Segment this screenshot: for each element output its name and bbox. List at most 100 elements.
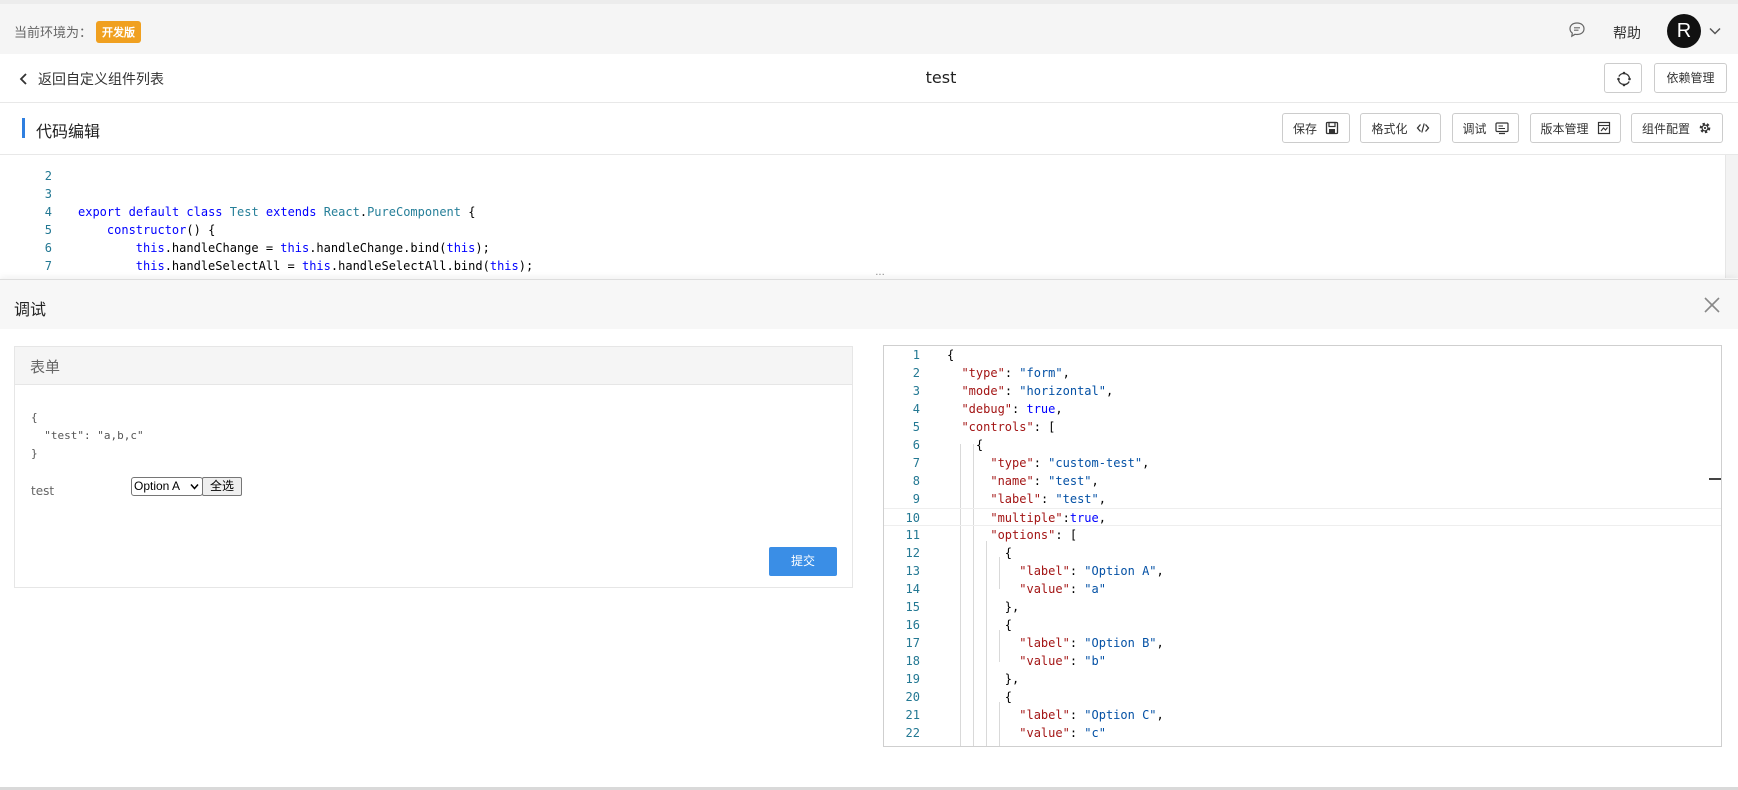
- form-preview-card: 表单 { "test": "a,b,c" } test Option A 全选 …: [14, 346, 853, 588]
- line-number: 7: [912, 456, 920, 470]
- schema-line: 12 {: [884, 544, 1721, 562]
- code-text: "name": "test",: [990, 474, 1099, 488]
- schema-line: 3 "mode": "horizontal",: [884, 382, 1721, 400]
- line-number: 1: [912, 348, 920, 362]
- line-number: 6: [912, 438, 920, 452]
- code-text: "multiple":true,: [990, 511, 1106, 525]
- line-number: 11: [905, 528, 920, 542]
- schema-line: 22 "value": "c": [884, 724, 1721, 742]
- code-line: 8: [0, 257, 1725, 278]
- code-text: "label": "test",: [990, 492, 1106, 506]
- schema-line: 9 "label": "test",: [884, 490, 1721, 508]
- debug-button[interactable]: 调试: [1452, 113, 1519, 143]
- schema-line: 4 "debug": true,: [884, 400, 1721, 418]
- line-number: 17: [905, 636, 920, 650]
- schema-line: 11 "options": [: [884, 526, 1721, 544]
- code-text: "value": "a": [1019, 582, 1106, 596]
- schema-line-current: 10 "multiple":true,: [884, 508, 1721, 526]
- code-text: {: [947, 348, 955, 362]
- line-number: 21: [905, 708, 920, 722]
- code-text: "label": "Option C",: [1019, 708, 1164, 722]
- code-icon: [1416, 123, 1429, 133]
- schema-line: 5 "controls": [: [884, 418, 1721, 436]
- code-text: },: [947, 600, 1020, 614]
- format-button[interactable]: 格式化: [1360, 113, 1441, 143]
- component-config-label: 组件配置: [1641, 121, 1690, 136]
- code-edit-toolbar: 代码编辑 保存 格式化 调试 版本管理 组件配置: [0, 103, 1738, 155]
- form-card-header: 表单: [15, 347, 852, 385]
- code-text: "debug": true,: [961, 402, 1063, 416]
- line-number: 8: [912, 474, 920, 488]
- debug-header: 调试: [0, 280, 1738, 329]
- code-scrollbar[interactable]: [1725, 155, 1738, 278]
- line-number: 14: [905, 582, 920, 596]
- code-text: "type": "form",: [961, 366, 1070, 380]
- select-all-button[interactable]: 全选: [202, 477, 242, 496]
- monitor-icon: [1494, 122, 1509, 135]
- code-text: "label": "Option A",: [1019, 564, 1164, 578]
- schema-line: 21 "label": "Option C",: [884, 706, 1721, 724]
- version-icon: [1597, 121, 1610, 135]
- line-number: 3: [912, 384, 920, 398]
- save-icon: [1325, 121, 1339, 135]
- schema-line: 18 "value": "b": [884, 652, 1721, 670]
- version-management-button[interactable]: 版本管理: [1530, 113, 1621, 143]
- chevron-left-icon[interactable]: [18, 72, 30, 86]
- code-line: 2: [0, 155, 1725, 183]
- top-bar: 当前环境为： 开发版 帮助 R: [0, 0, 1738, 54]
- code-line: 5 this.handleChange = this.handleChange.…: [0, 203, 1725, 255]
- component-config-button[interactable]: 组件配置: [1631, 113, 1723, 143]
- code-line: 7 }: [0, 239, 1725, 278]
- avatar[interactable]: R: [1667, 14, 1701, 48]
- schema-line: 8 "name": "test",: [884, 472, 1721, 490]
- section-title: 代码编辑: [36, 122, 101, 141]
- code-text: {: [947, 438, 984, 452]
- refresh-icon: [1617, 71, 1631, 87]
- code-text: {: [947, 618, 1013, 632]
- code-text: "type": "custom-test",: [990, 456, 1150, 470]
- line-number: 10: [905, 511, 920, 525]
- scroll-marker: [1709, 478, 1721, 480]
- version-management-label: 版本管理: [1540, 121, 1589, 136]
- dependency-management-button[interactable]: 依赖管理: [1654, 63, 1727, 93]
- gear-icon: [1699, 122, 1711, 134]
- help-link[interactable]: 帮助: [1613, 23, 1641, 43]
- option-select[interactable]: Option A: [131, 477, 203, 496]
- line-number: 2: [912, 366, 920, 380]
- debug-panel: 调试 表单 { "test": "a,b,c" } test Option A …: [0, 279, 1738, 790]
- line-number: 4: [912, 402, 920, 416]
- line-number: 13: [905, 564, 920, 578]
- page-title: test: [925, 68, 957, 87]
- submit-button[interactable]: 提交: [769, 547, 837, 576]
- line-number: 20: [905, 690, 920, 704]
- line-number: 8: [20, 275, 52, 278]
- save-button[interactable]: 保存: [1282, 113, 1350, 143]
- schema-line: 7 "type": "custom-test",: [884, 454, 1721, 472]
- code-line: 3 export default class Test extends Reac…: [0, 167, 1725, 219]
- message-icon[interactable]: [1568, 21, 1586, 39]
- refresh-button[interactable]: [1604, 63, 1642, 93]
- debug-label: 调试: [1462, 121, 1487, 136]
- code-text: "mode": "horizontal",: [961, 384, 1114, 398]
- code-editor[interactable]: 2 3 export default class Test extends Re…: [0, 155, 1725, 278]
- code-text: "controls": [: [961, 420, 1056, 434]
- code-text: },: [947, 672, 1020, 686]
- schema-line: 6 {: [884, 436, 1721, 454]
- schema-line: 2 "type": "form",: [884, 364, 1721, 382]
- code-text: "label": "Option B",: [1019, 636, 1164, 650]
- code-text: {: [947, 546, 1013, 560]
- line-number: 5: [912, 420, 920, 434]
- line-number: 16: [905, 618, 920, 632]
- schema-line: 14 "value": "a": [884, 580, 1721, 598]
- schema-line: 19 },: [884, 670, 1721, 688]
- close-icon[interactable]: [1702, 295, 1722, 315]
- save-label: 保存: [1292, 121, 1317, 136]
- line-number: 15: [905, 600, 920, 614]
- chevron-down-icon[interactable]: [1708, 24, 1722, 38]
- schema-editor[interactable]: 1 { 2 "type": "form", 3 "mode": "horizont…: [883, 345, 1722, 747]
- form-value-preview: { "test": "a,b,c" }: [31, 411, 144, 460]
- back-to-list-link[interactable]: 返回自定义组件列表: [38, 69, 164, 89]
- code-text: "value": "c": [1019, 726, 1106, 740]
- chevron-down-icon: [190, 484, 199, 490]
- debug-title: 调试: [14, 300, 47, 319]
